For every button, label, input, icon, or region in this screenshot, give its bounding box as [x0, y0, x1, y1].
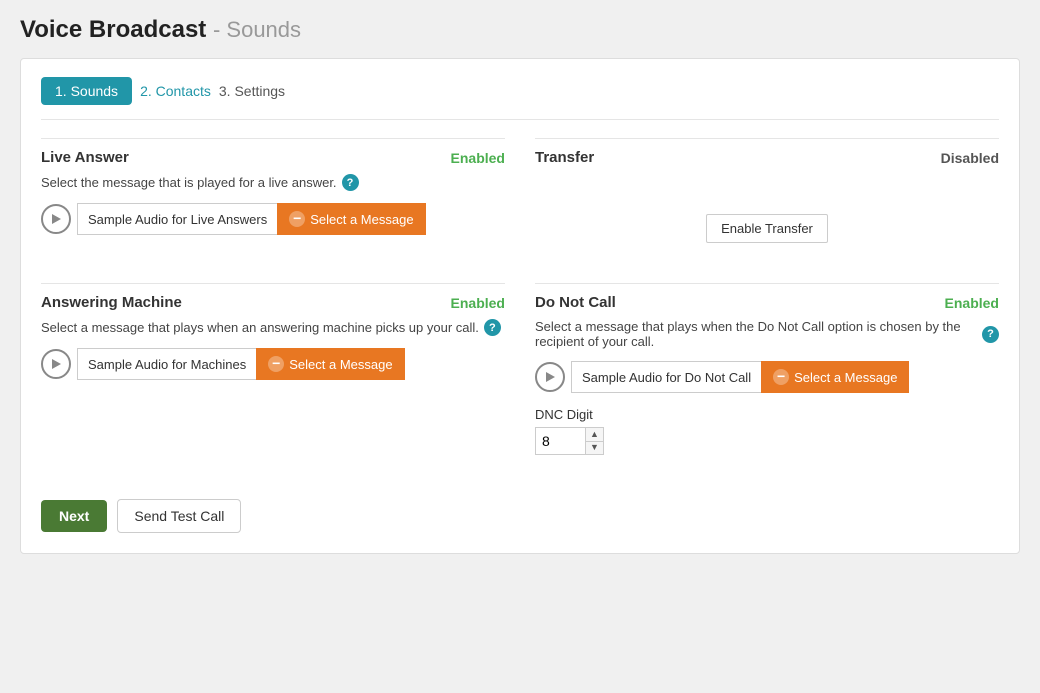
page-title: Voice Broadcast - Sounds: [20, 16, 1020, 44]
answering-machine-section: Answering Machine Enabled Select a messa…: [41, 283, 505, 475]
dnc-digit-spinner: ▲ ▼: [585, 427, 604, 455]
do-not-call-select-message-button[interactable]: − Select a Message: [761, 361, 909, 393]
step3-text: 3. Settings: [219, 83, 285, 99]
answering-machine-minus-icon: −: [268, 356, 284, 372]
do-not-call-play-button[interactable]: [535, 362, 565, 392]
do-not-call-header: Do Not Call Enabled: [535, 294, 999, 311]
enable-transfer-button[interactable]: Enable Transfer: [706, 214, 828, 243]
live-answer-section: Live Answer Enabled Select the message t…: [41, 138, 505, 263]
transfer-status: Disabled: [941, 150, 999, 166]
transfer-section: Transfer Disabled Enable Transfer: [535, 138, 999, 263]
answering-machine-header: Answering Machine Enabled: [41, 294, 505, 311]
dnc-digit-up-button[interactable]: ▲: [586, 428, 603, 442]
footer-buttons: Next Send Test Call: [41, 499, 999, 533]
next-button[interactable]: Next: [41, 500, 107, 532]
live-answer-header: Live Answer Enabled: [41, 149, 505, 166]
answering-machine-audio-label: Sample Audio for Machines: [77, 348, 256, 380]
answering-machine-audio-row: Sample Audio for Machines − Select a Mes…: [41, 348, 505, 380]
do-not-call-title: Do Not Call: [535, 294, 616, 311]
live-answer-status: Enabled: [451, 150, 505, 166]
do-not-call-desc: Select a message that plays when the Do …: [535, 319, 999, 349]
send-test-call-button[interactable]: Send Test Call: [117, 499, 241, 533]
live-answer-title: Live Answer: [41, 149, 129, 166]
top-row: Live Answer Enabled Select the message t…: [41, 138, 999, 263]
main-card: 1. Sounds 2. Contacts 3. Settings Live A…: [20, 58, 1020, 554]
answering-machine-select-message-button[interactable]: − Select a Message: [256, 348, 404, 380]
do-not-call-help-icon[interactable]: ?: [982, 326, 999, 343]
dnc-digit-down-button[interactable]: ▼: [586, 442, 603, 455]
step1-button[interactable]: 1. Sounds: [41, 77, 132, 105]
do-not-call-section: Do Not Call Enabled Select a message tha…: [535, 283, 999, 475]
step2-link[interactable]: 2. Contacts: [140, 83, 211, 99]
steps-nav: 1. Sounds 2. Contacts 3. Settings: [41, 77, 999, 120]
answering-machine-help-icon[interactable]: ?: [484, 319, 501, 336]
do-not-call-status: Enabled: [945, 295, 999, 311]
dnc-digit-control: ▲ ▼: [535, 427, 999, 455]
live-answer-desc: Select the message that is played for a …: [41, 174, 505, 191]
live-answer-audio-row: Sample Audio for Live Answers − Select a…: [41, 203, 505, 235]
answering-machine-desc: Select a message that plays when an answ…: [41, 319, 505, 336]
do-not-call-minus-icon: −: [773, 369, 789, 385]
transfer-title: Transfer: [535, 149, 594, 166]
live-answer-audio-label: Sample Audio for Live Answers: [77, 203, 277, 235]
live-answer-minus-icon: −: [289, 211, 305, 227]
bottom-row: Answering Machine Enabled Select a messa…: [41, 283, 999, 475]
answering-machine-status: Enabled: [451, 295, 505, 311]
live-answer-help-icon[interactable]: ?: [342, 174, 359, 191]
transfer-body: Enable Transfer: [535, 174, 999, 243]
do-not-call-audio-label: Sample Audio for Do Not Call: [571, 361, 761, 393]
dnc-digit-input[interactable]: [535, 427, 585, 455]
transfer-header: Transfer Disabled: [535, 149, 999, 166]
do-not-call-audio-row: Sample Audio for Do Not Call − Select a …: [535, 361, 999, 393]
live-answer-select-message-button[interactable]: − Select a Message: [277, 203, 425, 235]
dnc-digit-label: DNC Digit: [535, 407, 999, 422]
answering-machine-play-button[interactable]: [41, 349, 71, 379]
answering-machine-title: Answering Machine: [41, 294, 182, 311]
live-answer-play-button[interactable]: [41, 204, 71, 234]
